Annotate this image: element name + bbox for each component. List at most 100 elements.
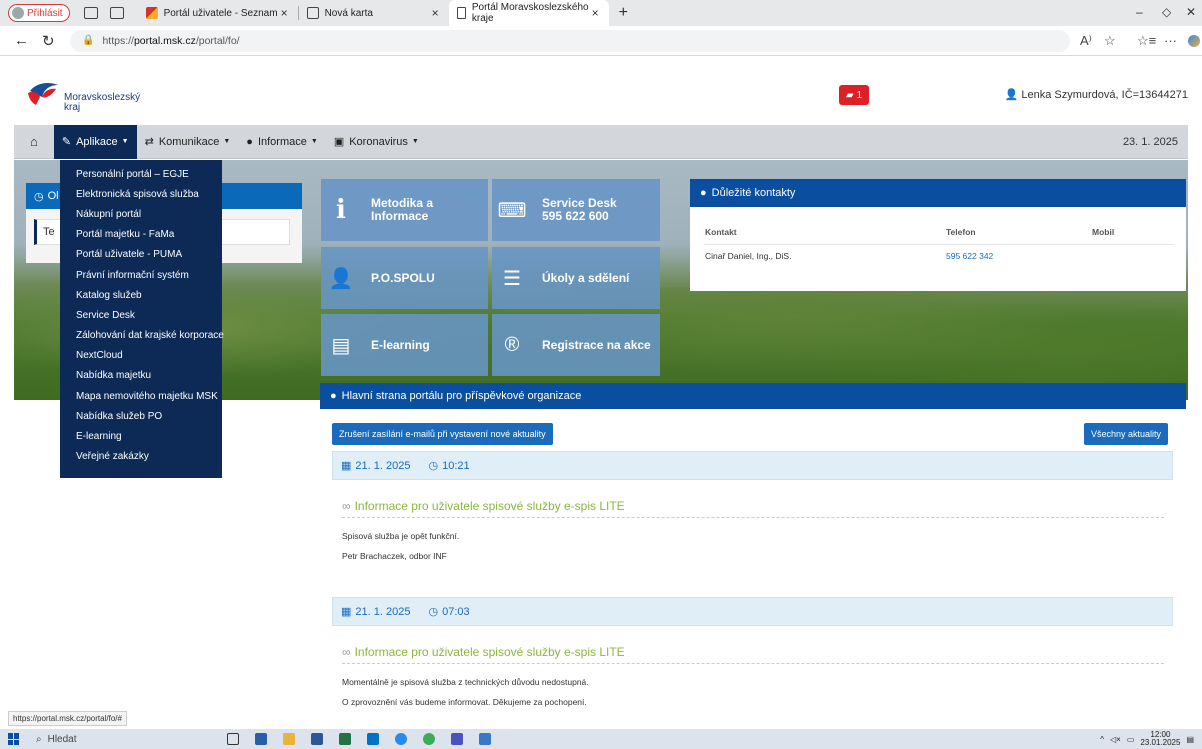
tile-registrace[interactable]: ® Registrace na akce: [492, 314, 660, 376]
close-tab-icon[interactable]: ×: [432, 6, 439, 20]
clock[interactable]: 12:00 23.01.2025: [1140, 731, 1180, 747]
tile-elearning[interactable]: ▤ E-learning: [321, 314, 488, 376]
task-view-icon[interactable]: [226, 733, 239, 745]
network-icon[interactable]: ▭: [1127, 735, 1135, 744]
workspaces-icon[interactable]: [83, 7, 98, 19]
table-separator: [704, 244, 1174, 245]
dropdown-item[interactable]: Zálohování dat krajské korporace: [60, 326, 224, 346]
keyboard-icon: ⌨: [497, 199, 527, 222]
home-icon[interactable]: ⌂: [14, 125, 54, 159]
url-field[interactable]: 🔒 https://portal.msk.cz/portal/fo/: [70, 29, 1070, 52]
nav-label: Koronavirus: [349, 135, 408, 148]
copilot-icon[interactable]: [1188, 35, 1200, 47]
favorites-icon[interactable]: ☆≡: [1137, 33, 1156, 49]
refresh-icon[interactable]: ↻: [42, 32, 56, 50]
tile-metodika[interactable]: i Metodika a Informace: [321, 179, 488, 241]
user-name: Lenka Szymurdová, IČ=13644271: [1021, 89, 1188, 101]
news-title[interactable]: ∞ Informace pro uživatele spisové služby …: [342, 645, 625, 659]
taskbar-search-label: Hledat: [47, 733, 77, 745]
file-explorer-icon[interactable]: [282, 733, 295, 745]
photos-icon[interactable]: [478, 733, 491, 745]
caret-down-icon: ▼: [310, 138, 318, 145]
all-news-button[interactable]: Všechny aktuality: [1084, 423, 1169, 445]
minimize-icon[interactable]: –: [1136, 5, 1143, 19]
new-tab-button[interactable]: +: [619, 4, 628, 22]
dropdown-item[interactable]: Service Desk: [60, 305, 222, 325]
news-title-text: Informace pro uživatele spisové služby e…: [354, 645, 625, 659]
nav-koronavirus[interactable]: ▣ Koronavirus ▼: [326, 125, 427, 159]
caret-down-icon: ▼: [223, 138, 231, 145]
dropdown-item[interactable]: Veřejné zakázky: [60, 447, 222, 467]
unsubscribe-button[interactable]: Zrušení zasílání e-mailů při vystavení n…: [332, 423, 553, 445]
volume-icon[interactable]: ◁×: [1110, 735, 1121, 744]
tile-service-desk[interactable]: ⌨ Service Desk 595 622 600: [492, 179, 660, 241]
pencil-icon: ✎: [61, 136, 72, 148]
chrome-icon[interactable]: [422, 733, 435, 745]
url-path: /portal/fo/: [195, 34, 240, 47]
news-time: 10:21: [442, 459, 470, 472]
user-info[interactable]: 👤 Lenka Szymurdová, IČ=13644271: [1005, 88, 1188, 101]
news-title[interactable]: ∞ Informace pro uživatele spisové služby …: [342, 499, 625, 513]
tile-po-spolu[interactable]: 👤 P.O.SPOLU: [321, 247, 488, 309]
back-icon[interactable]: ←: [14, 32, 29, 49]
close-tab-icon[interactable]: ×: [592, 6, 599, 20]
dropdown-item[interactable]: Nákupní portál: [60, 204, 222, 224]
dropdown-item[interactable]: E-learning: [60, 426, 222, 446]
server-icon: ☰: [503, 267, 521, 290]
info-icon: ●: [700, 187, 707, 199]
tray-date: 23.01.2025: [1140, 738, 1181, 747]
msk-logo-icon[interactable]: [26, 77, 60, 107]
dropdown-item[interactable]: Elektronická spisová služba: [60, 184, 222, 204]
contacts-header: ● Důležité kontakty: [690, 179, 1186, 207]
news-title-text: Informace pro uživatele spisové služby e…: [354, 499, 625, 513]
read-aloud-icon[interactable]: A⁾: [1080, 33, 1092, 49]
dropdown-item[interactable]: Právní informační systém: [60, 265, 222, 285]
tab-portal-msk[interactable]: Portál Moravskoslezského kraje ×: [448, 0, 609, 26]
teams-icon[interactable]: [450, 733, 463, 745]
tile-ukoly[interactable]: ☰ Úkoly a sdělení: [492, 247, 660, 309]
excel-icon[interactable]: [338, 733, 351, 745]
book-icon: ▤: [331, 334, 351, 357]
nav-informace[interactable]: ● Informace ▼: [238, 125, 326, 159]
contact-phone[interactable]: 595 622 342: [946, 251, 993, 261]
windows-start-icon[interactable]: [8, 733, 20, 745]
notifications-icon[interactable]: ▤: [1186, 735, 1194, 744]
main-navbar: ⌂ ✎ Aplikace ▼ ⇄ Komunikace ▼ ● Informac…: [14, 124, 1188, 159]
favorite-star-icon[interactable]: ☆: [1104, 33, 1116, 49]
dropdown-item[interactable]: NextCloud: [60, 346, 222, 366]
tray-chevron-icon[interactable]: ^: [1100, 735, 1104, 744]
word-icon[interactable]: [310, 733, 323, 745]
profile-button[interactable]: Přihlásit: [8, 4, 70, 22]
tab-seznam[interactable]: Portál uživatele - Seznam ×: [138, 0, 298, 26]
dropdown-item[interactable]: Personální portál – EGJE: [60, 164, 222, 184]
notification-badge[interactable]: ▰ 1: [839, 85, 869, 105]
outlook-icon[interactable]: [366, 733, 379, 745]
restore-icon[interactable]: ◇: [1162, 5, 1171, 19]
dropdown-item[interactable]: Nabídka majetku: [60, 366, 222, 386]
dropdown-item[interactable]: Portál uživatele - PUMA: [60, 245, 222, 265]
tab-new[interactable]: Nová karta ×: [299, 0, 449, 26]
dropdown-item[interactable]: Mapa nemovitého majetku MSK: [60, 386, 222, 406]
close-window-icon[interactable]: ✕: [1186, 5, 1196, 19]
notification-count: 1: [856, 89, 863, 101]
nav-label: Aplikace: [76, 135, 118, 148]
caret-down-icon: ▼: [411, 138, 419, 145]
tile-title: P.O.SPOLU: [371, 270, 435, 285]
page-favicon-icon: [456, 7, 466, 19]
tab-actions-icon[interactable]: [109, 7, 124, 19]
dropdown-item[interactable]: Katalog služeb: [60, 285, 222, 305]
tile-title: Úkoly a sdělení: [542, 270, 630, 285]
close-tab-icon[interactable]: ×: [281, 6, 288, 20]
calculator-icon[interactable]: [254, 733, 267, 745]
profile-avatar-icon: [12, 7, 24, 19]
more-icon[interactable]: ···: [1164, 33, 1177, 48]
edge-icon[interactable]: [394, 733, 407, 745]
taskbar-search[interactable]: ⌕ Hledat: [36, 734, 77, 745]
dropdown-item[interactable]: Nabídka služeb PO: [60, 406, 222, 426]
news-time: 07:03: [442, 605, 470, 618]
nav-komunikace[interactable]: ⇄ Komunikace ▼: [137, 125, 239, 159]
notification-icon: ▰: [845, 89, 854, 101]
nav-aplikace[interactable]: ✎ Aplikace ▼: [53, 124, 137, 159]
dropdown-item[interactable]: Portál majetku - FaMa: [60, 225, 222, 245]
clock-icon: ◷: [428, 460, 439, 472]
